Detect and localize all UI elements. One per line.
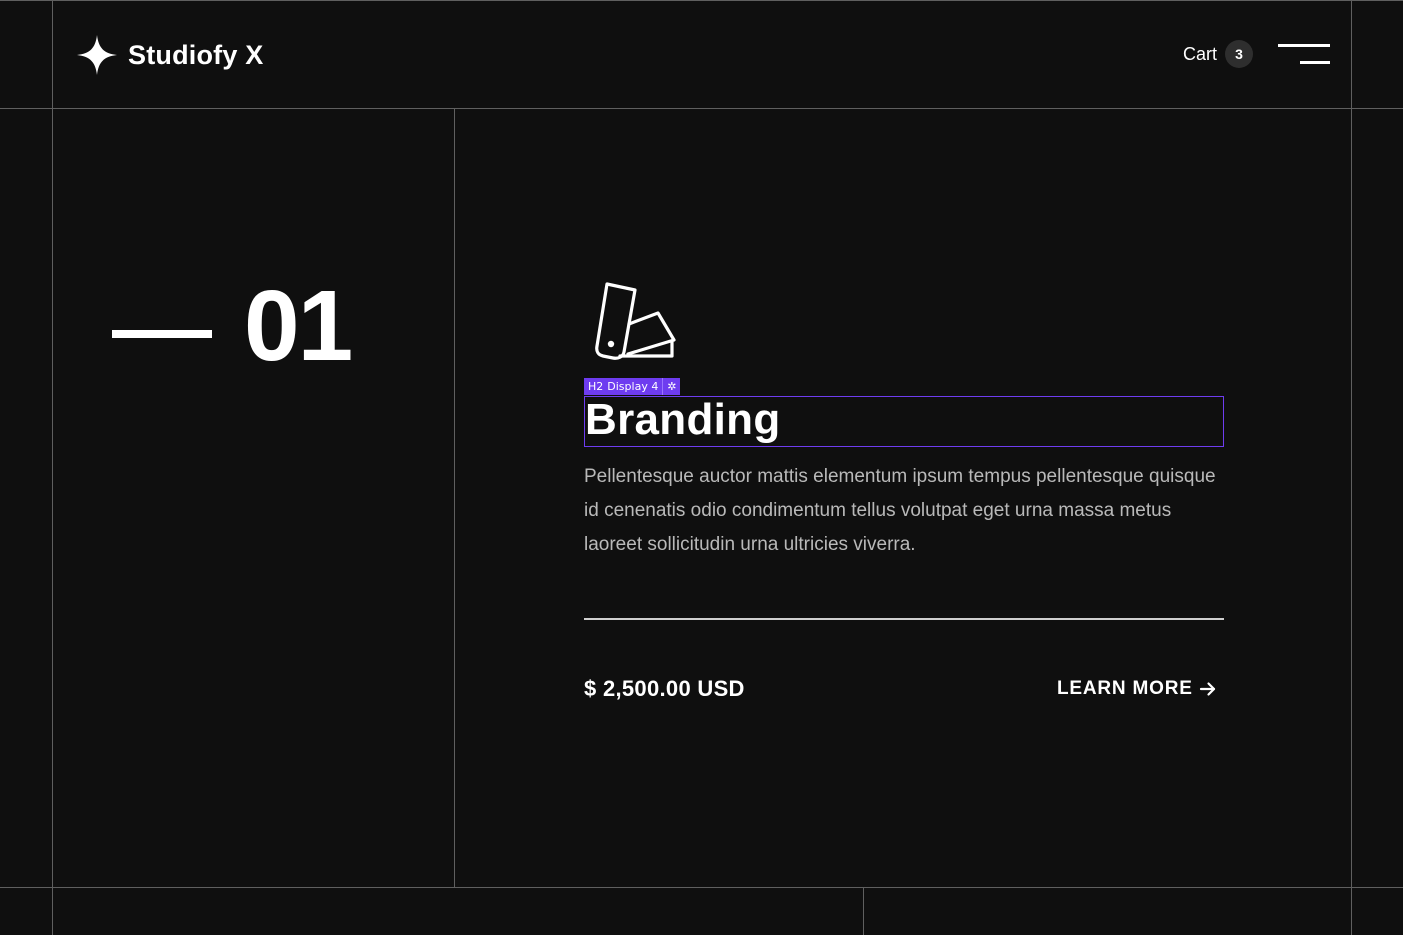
menu-line-bottom — [1300, 61, 1330, 64]
text-style-name: Display 4 — [607, 380, 659, 393]
grid-line-section-bottom — [0, 887, 1403, 888]
service-number: 01 — [244, 270, 353, 382]
service-title[interactable]: Branding — [585, 394, 781, 446]
grid-line-bottom-divider — [863, 887, 864, 935]
menu-line-top — [1278, 44, 1330, 47]
grid-line-top — [0, 0, 1403, 1]
cart-button[interactable]: Cart 3 — [1183, 40, 1254, 68]
learn-more-link[interactable]: LEARN MORE — [1057, 678, 1225, 700]
number-dash — [112, 330, 212, 338]
four-point-star-icon — [76, 34, 118, 76]
grid-line-right — [1351, 0, 1352, 935]
grid-line-left — [52, 0, 53, 935]
editor-tag-label: H2 Display 4 — [584, 378, 662, 395]
grid-line-header-bottom — [0, 108, 1403, 109]
editor-element-tag[interactable]: H2 Display 4 ✲ — [584, 378, 681, 395]
color-swatch-icon — [594, 282, 676, 360]
service-price: $ 2,500.00 USD — [584, 676, 745, 701]
learn-more-label: LEARN MORE — [1057, 678, 1193, 699]
brand-logo[interactable]: Studiofy X — [76, 34, 264, 76]
service-description: Pellentesque auctor mattis elementum ips… — [584, 466, 1216, 555]
brand-name: Studiofy X — [128, 39, 264, 70]
arrow-right-icon — [1199, 680, 1217, 698]
cart-count-badge: 3 — [1225, 40, 1254, 68]
gear-icon[interactable]: ✲ — [662, 378, 680, 395]
heading-level-indicator: H2 — [588, 380, 604, 393]
cart-label: Cart — [1183, 43, 1218, 64]
grid-line-column-divider — [454, 108, 455, 888]
hamburger-menu-icon[interactable] — [1276, 42, 1330, 66]
content-divider — [584, 618, 1224, 620]
